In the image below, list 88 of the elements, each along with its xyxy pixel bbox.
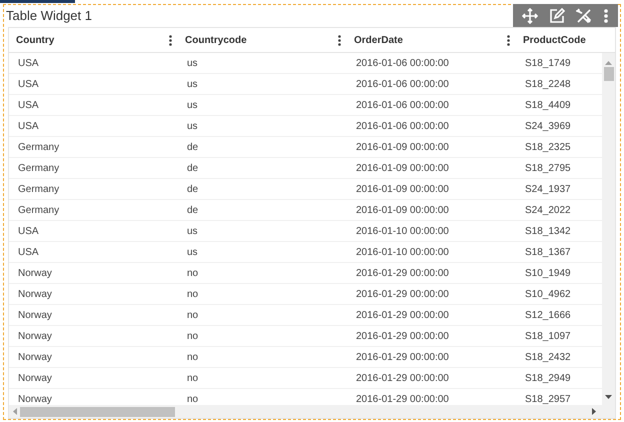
table-cell-text: 2016-01-06 00:00:00 (356, 56, 449, 70)
table-cell-text: 2016-01-29 00:00:00 (356, 266, 449, 280)
table-cell-text: S18_2248 (525, 78, 571, 92)
more-icon[interactable] (602, 8, 609, 24)
edit-icon[interactable] (549, 8, 566, 24)
table-cell-text: S24_2022 (525, 204, 571, 218)
table-cell-text: Norway (18, 330, 52, 344)
table-cell-text: 2016-01-06 00:00:00 (356, 98, 449, 112)
table-cell-text: de (187, 204, 198, 218)
table-cell-text: Norway (18, 392, 52, 405)
table-cell-text: 2016-01-06 00:00:00 (356, 78, 449, 92)
table-cell-text: us (187, 246, 198, 260)
table-cell-text: USA (18, 98, 39, 112)
table-cell-text: S18_2795 (525, 162, 571, 176)
table-cell-text: Germany (18, 140, 60, 154)
table-cell-text: 2016-01-29 00:00:00 (356, 308, 449, 322)
scroll-thumb[interactable] (20, 406, 175, 416)
table-cell-text: 2016-01-09 00:00:00 (356, 182, 449, 196)
table-cell-text: 2016-01-29 00:00:00 (356, 330, 449, 344)
table-cell-text: de (187, 140, 198, 154)
table-cell-text: S18_2949 (525, 372, 571, 386)
table-cell-text: Germany (18, 162, 60, 176)
table-cell-text: S18_2432 (525, 350, 571, 364)
table-cell-text: S12_1666 (525, 308, 571, 322)
table-cell-text: 2016-01-09 00:00:00 (356, 140, 449, 154)
table-cell-text: no (187, 266, 198, 280)
horizontal-scrollbar[interactable] (9, 405, 615, 418)
scroll-thumb[interactable] (604, 67, 614, 81)
table-cell-text: USA (18, 224, 39, 238)
table-cell-text: Germany (18, 182, 60, 196)
table-cell-text: S18_1367 (525, 246, 571, 260)
table-cell-text: USA (18, 56, 39, 70)
table-cell-text: Norway (18, 266, 52, 280)
table-cell-text: S18_1342 (525, 224, 571, 238)
table-cell-text: us (187, 78, 198, 92)
table-cell-text: S10_1949 (525, 266, 571, 280)
table-cell-text: Norway (18, 288, 52, 302)
table-cell-text: Norway (18, 308, 52, 322)
column-header[interactable]: ProductCode (523, 32, 586, 48)
column-menu-icon[interactable] (169, 34, 172, 46)
scroll-up-icon[interactable] (605, 61, 612, 65)
table-cell-text: S18_2325 (525, 140, 571, 154)
table-cell-text: Germany (18, 204, 60, 218)
column-header[interactable]: Countrycode (185, 32, 247, 48)
widget-title: Table Widget 1 (6, 7, 92, 26)
table-cell-text: Norway (18, 350, 52, 364)
table-cell-text: us (187, 120, 198, 134)
table-cell-text: S24_1937 (525, 182, 571, 196)
table-cell-text: us (187, 98, 198, 112)
table-cell-text: no (187, 392, 198, 405)
table-cell-text: no (187, 330, 198, 344)
table-cell-text: S10_4962 (525, 288, 571, 302)
column-menu-icon[interactable] (338, 34, 341, 46)
table-cell-text: 2016-01-29 00:00:00 (356, 350, 449, 364)
table-cell-text: 2016-01-10 00:00:00 (356, 246, 449, 260)
table-cell-text: S18_4409 (525, 98, 571, 112)
table-cell-text: Norway (18, 372, 52, 386)
table-cell-text: no (187, 308, 198, 322)
vertical-scrollbar[interactable] (602, 53, 615, 405)
table-cell-text: USA (18, 78, 39, 92)
table-cell-text: 2016-01-29 00:00:00 (356, 372, 449, 386)
table-cell-text: us (187, 224, 198, 238)
table-cell-text: S18_1097 (525, 330, 571, 344)
table-cell-text: 2016-01-06 00:00:00 (356, 120, 449, 134)
column-menu-icon[interactable] (507, 34, 510, 46)
table-cell-text: S18_1749 (525, 56, 571, 70)
table-cell-text: S24_3969 (525, 120, 571, 134)
scroll-down-icon[interactable] (605, 395, 612, 399)
table-cell-text: 2016-01-29 00:00:00 (356, 288, 449, 302)
table-cell-text: no (187, 288, 198, 302)
move-icon[interactable] (522, 8, 538, 24)
table-cell-text: de (187, 162, 198, 176)
table-cell-text: 2016-01-29 00:00:00 (356, 392, 449, 405)
table-cell-text: USA (18, 246, 39, 260)
tools-icon[interactable] (576, 8, 592, 24)
table-cell-text: 2016-01-09 00:00:00 (356, 162, 449, 176)
table-cell-text: USA (18, 120, 39, 134)
scroll-left-icon[interactable] (13, 408, 17, 415)
table-cell-text: no (187, 372, 198, 386)
table-cell-text: 2016-01-10 00:00:00 (356, 224, 449, 238)
table-cell-text: S18_2957 (525, 392, 571, 405)
scroll-right-icon[interactable] (592, 408, 596, 415)
table-cell-text: de (187, 182, 198, 196)
column-header[interactable]: OrderDate (354, 32, 403, 48)
table-cell-text: us (187, 56, 198, 70)
table-cell-text: 2016-01-09 00:00:00 (356, 204, 449, 218)
table-cell-text: no (187, 350, 198, 364)
column-header[interactable]: Country (16, 32, 54, 48)
